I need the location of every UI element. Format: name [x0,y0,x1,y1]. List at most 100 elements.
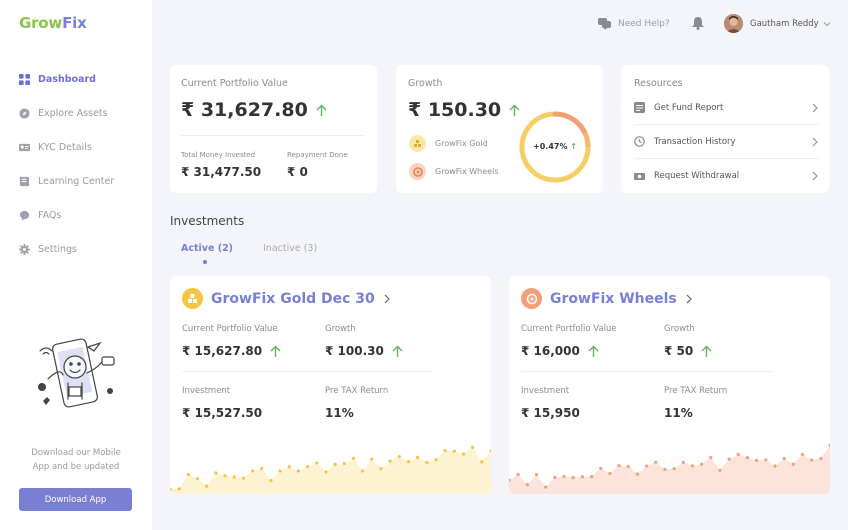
sidebar-item-label: Explore Assets [38,107,108,119]
sparkline-point [599,466,603,471]
chevron-right-icon [384,294,390,303]
sparkline-point [672,467,676,471]
sparkline-chart [509,443,830,494]
sparkline-point [534,472,539,477]
brand-part1: Grow [19,14,63,32]
chevron-right-icon [686,294,692,303]
sidebar-item-faqs[interactable]: FAQs [0,198,152,232]
need-help-label: Need Help? [618,18,670,29]
field-label: Investment [521,386,570,396]
investment-card-header[interactable]: GrowFix Wheels [521,288,694,309]
sparkline-point [351,456,356,460]
sparkline-point [709,455,713,460]
investment-card-header[interactable]: GrowFix Gold Dec 30 [182,288,392,309]
sparkline-point [810,458,814,462]
field-value: ₹ 100.30 [325,344,404,358]
book-icon [19,176,30,186]
sparkline-point [223,474,227,478]
sparkline-chart [170,445,491,494]
field-investment: Investment ₹ 15,527.50 [182,386,262,420]
sparkline-point [608,471,612,476]
legend-gold-label: GrowFix Gold [435,139,488,148]
field-value: 11% [325,406,354,420]
field-growth: Growth ₹ 100.30 [325,324,404,358]
withdrawal-icon [634,172,645,180]
sparkline-point [736,452,740,457]
sparkline-point [562,474,566,479]
portfolio-card: Current Portfolio Value ₹ 31,627.80 Tota… [170,65,377,193]
compass-icon [19,107,30,119]
field-cpv: Current Portfolio Value ₹ 15,627.80 [182,324,282,358]
sparkline-point [828,443,830,448]
field-value-text: ₹ 15,627.80 [182,344,263,358]
gold-icon [409,135,426,152]
sparkline-point [241,476,245,480]
brand-logo[interactable]: GrowFix [19,14,87,32]
growth-value-text: ₹ 150.30 [408,99,502,121]
field-label: Growth [325,324,356,334]
sparkline-point [700,462,704,466]
sidebar-item-learning-center[interactable]: Learning Center [0,164,152,198]
sparkline-point [250,469,255,473]
sparkline-point [305,465,310,469]
tab-inactive[interactable]: Inactive (3) [263,243,317,254]
sparkline-point [626,464,630,469]
avatar[interactable] [724,14,743,33]
growth-percent-text: +0.47% [533,142,568,151]
brand-part2: Fix [62,14,87,32]
sidebar-item-kyc-details[interactable]: KYC Details [0,130,152,164]
sparkline-point [773,464,777,468]
sparkline-point [589,475,594,479]
bell-icon[interactable] [692,17,704,30]
sparkline-point [480,460,484,464]
sparkline-point [260,466,264,470]
resource-label: Get Fund Report [654,102,724,113]
sparkline-point [571,476,575,480]
field-value-text: ₹ 16,000 [521,344,580,358]
repayment-label: Repayment Done [287,151,348,159]
wheel-icon [409,163,426,180]
chat-icon [19,210,30,221]
sparkline-point [452,449,456,453]
transaction-history-link[interactable]: Transaction History [634,125,819,159]
field-value-text: ₹ 100.30 [325,344,384,358]
sparkline-point [186,472,190,477]
investment-card-gold: GrowFix Gold Dec 30 Current Portfolio Va… [170,276,491,494]
sparkline-point [681,460,685,464]
sidebar-item-dashboard[interactable]: Dashboard [0,62,152,96]
sparkline-point [205,484,209,488]
field-label: Growth [664,324,695,334]
growth-title: Growth [408,78,443,89]
sparkline-point [580,475,584,479]
field-label: Pre TAX Return [664,386,728,396]
sparkline-point [471,445,475,449]
chevron-right-icon [812,171,818,181]
get-fund-report-link[interactable]: Get Fund Report [634,91,819,125]
download-app-button[interactable]: Download App [19,488,132,511]
active-tab-indicator [203,260,207,264]
sidebar-item-settings[interactable]: Settings [0,232,152,266]
field-label: Current Portfolio Value [521,324,617,334]
sparkline-point [406,459,411,464]
field-value: ₹ 50 [664,344,713,358]
sparkline-point [177,487,181,491]
report-icon [634,102,645,113]
sparkline-point [443,449,447,453]
tab-active[interactable]: Active (2) [181,243,233,254]
sidebar-item-explore-assets[interactable]: Explore Assets [0,96,152,130]
arrow-up-icon [316,104,327,116]
sparkline-point [516,472,520,476]
user-menu[interactable]: Gautham Reddy [750,19,831,29]
sparkline-point [397,454,401,459]
request-withdrawal-link[interactable]: Request Withdrawal [634,159,819,193]
id-card-icon [19,143,30,151]
field-label: Pre TAX Return [325,386,389,396]
investments-title: Investments [170,214,245,228]
sparkline-point [718,468,722,473]
investment-name: GrowFix Wheels [550,290,677,307]
arrow-up-icon [270,345,281,357]
need-help-link[interactable]: Need Help? [598,17,670,30]
field-value: ₹ 15,527.50 [182,406,263,420]
sparkline-point [278,469,282,473]
sparkline-point [315,461,319,465]
